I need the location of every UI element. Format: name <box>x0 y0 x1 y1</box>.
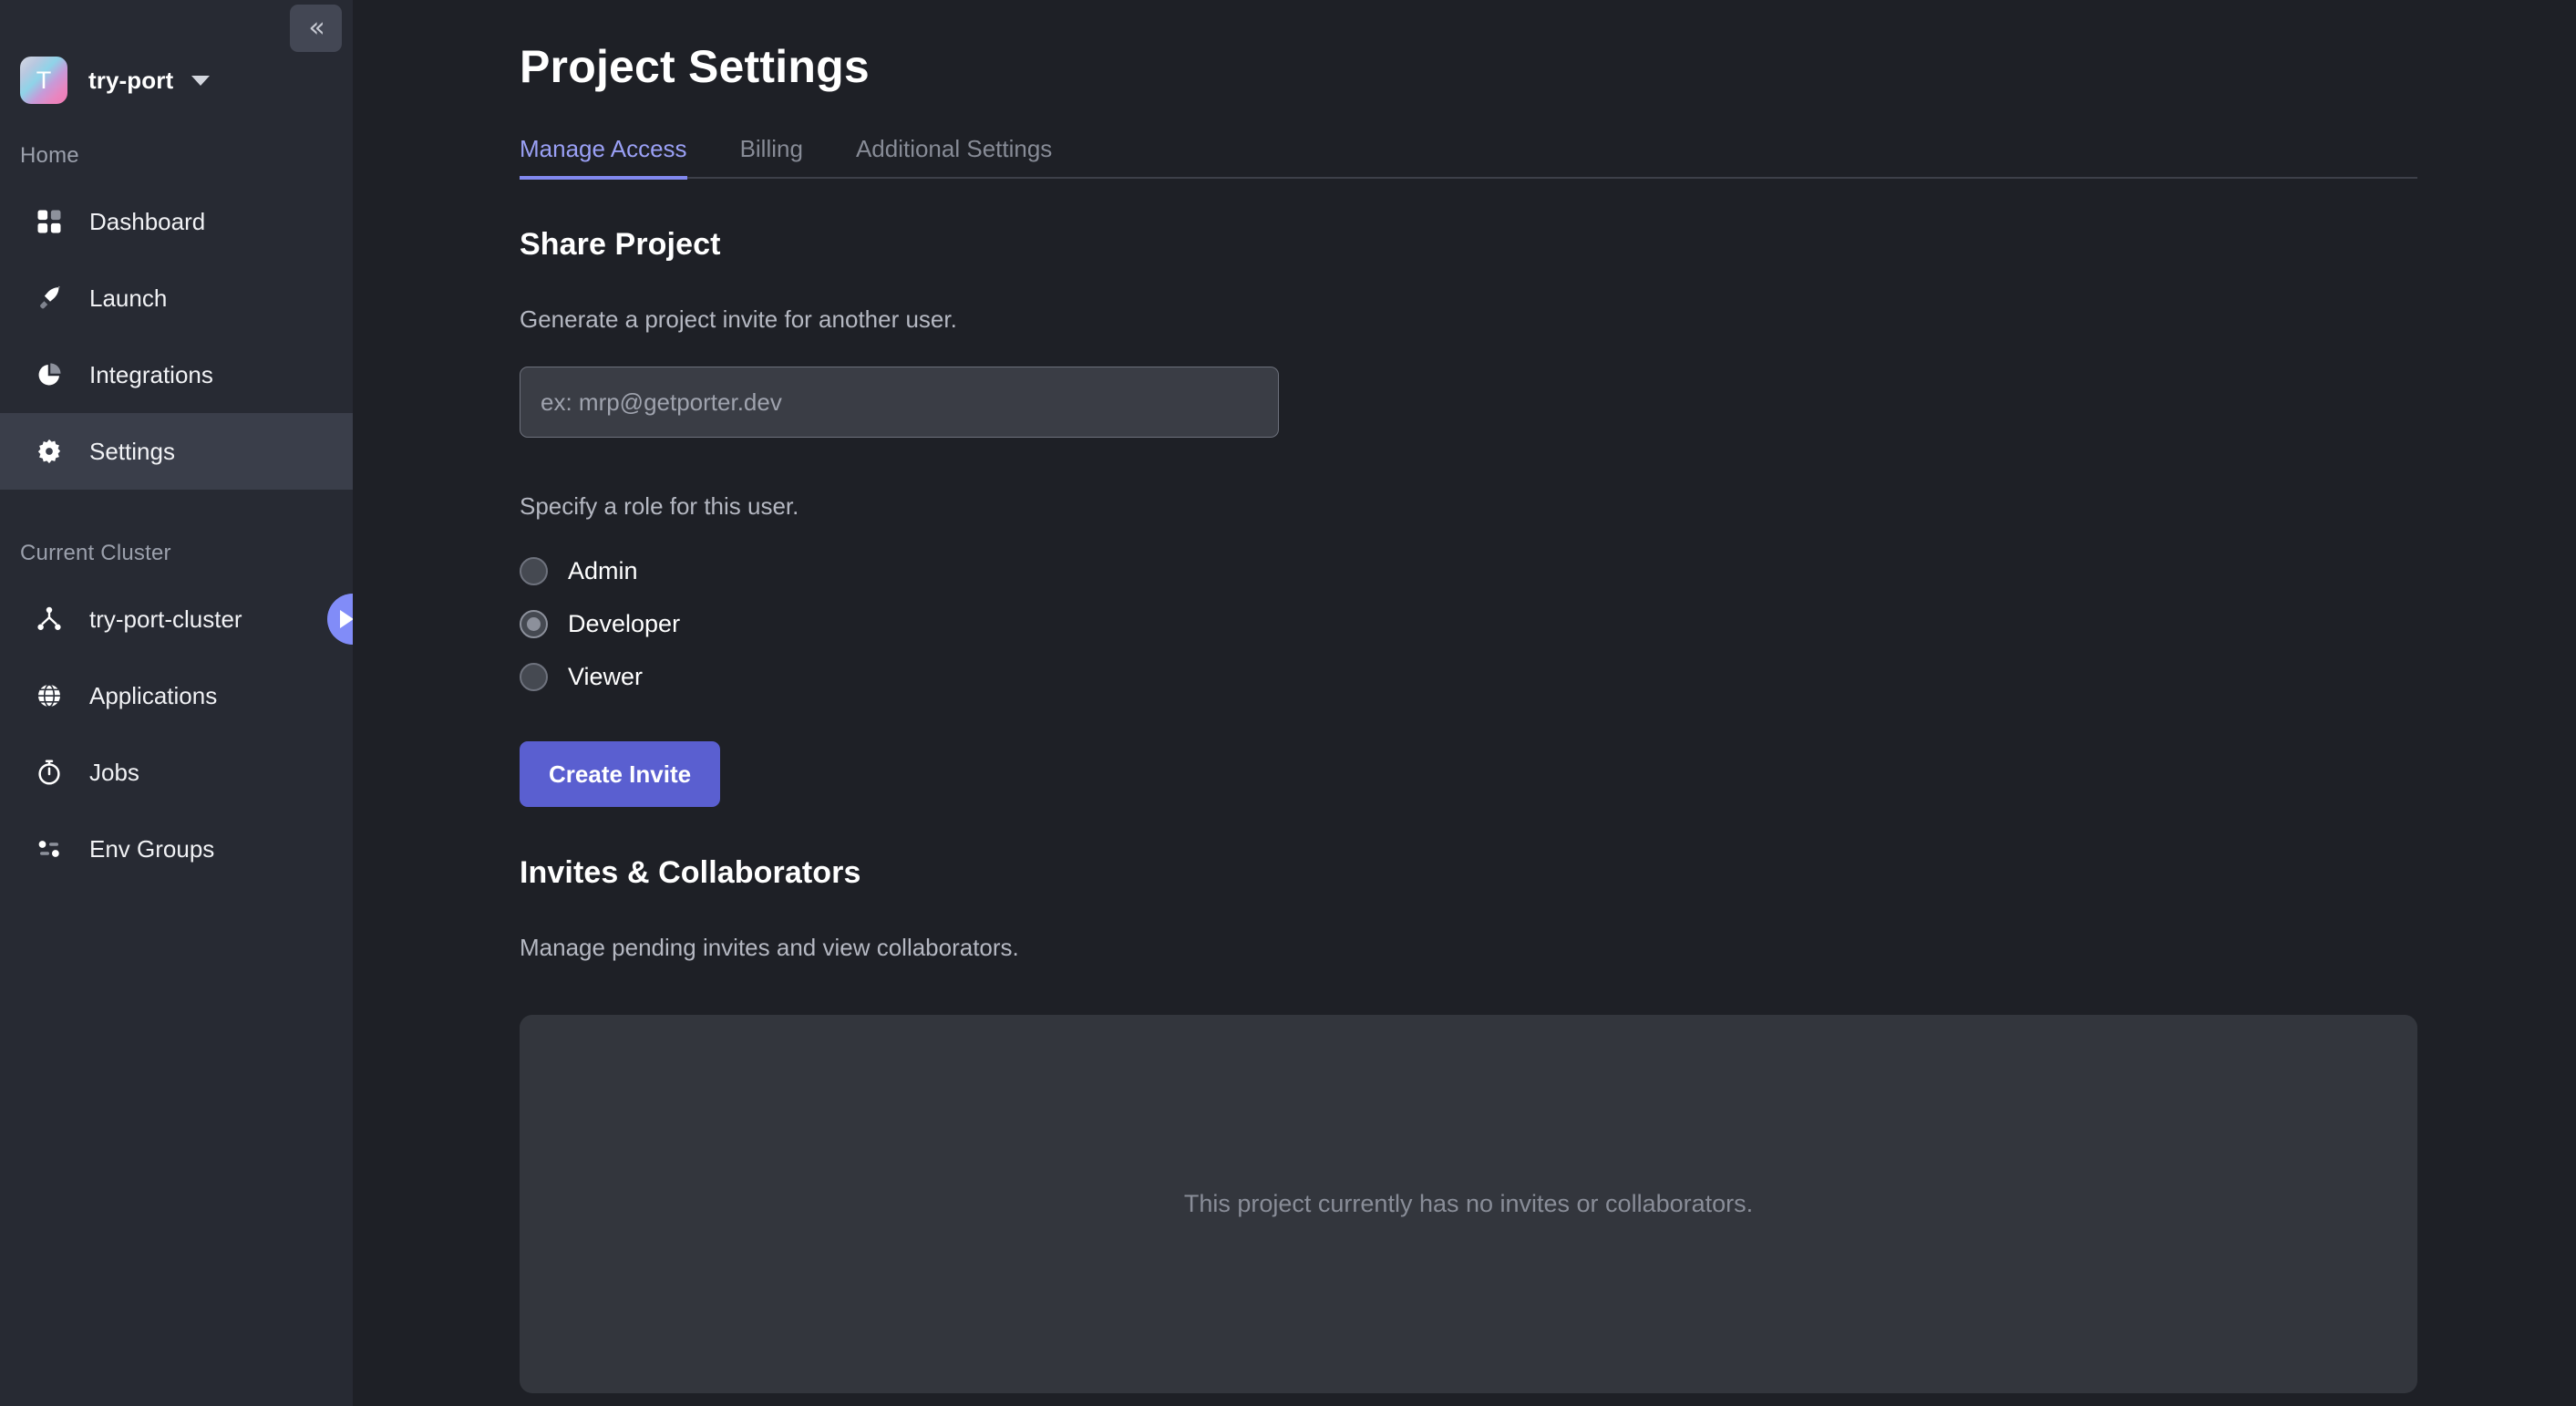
radio-icon <box>520 662 548 691</box>
sidebar-item-integrations[interactable]: Integrations <box>0 336 353 413</box>
share-project-subtitle: Generate a project invite for another us… <box>520 305 957 333</box>
dashboard-grid-icon <box>31 203 67 240</box>
radio-icon <box>520 556 548 585</box>
sidebar-group-label-home: Home <box>20 143 79 168</box>
rocket-icon <box>31 280 67 316</box>
sidebar-item-label: Applications <box>89 681 218 709</box>
sidebar-item-label: Settings <box>89 437 175 465</box>
project-name: try-port <box>88 66 174 94</box>
share-project-heading: Share Project <box>520 227 721 262</box>
play-arrow-icon <box>339 610 354 628</box>
invites-empty-text: This project currently has no invites or… <box>1183 1190 1754 1217</box>
role-option-label: Admin <box>568 556 638 584</box>
radio-icon-selected <box>520 609 548 638</box>
invites-collaborators-heading: Invites & Collaborators <box>520 855 861 890</box>
invite-email-input[interactable] <box>520 367 1279 438</box>
role-radio-group: Admin Developer Viewer <box>353 544 2576 703</box>
project-avatar: T <box>20 57 67 104</box>
sidebar-item-dashboard[interactable]: Dashboard <box>0 183 353 260</box>
sidebar-item-launch[interactable]: Launch <box>0 260 353 336</box>
chevron-down-icon <box>191 75 211 86</box>
invites-empty-panel: This project currently has no invites or… <box>520 1015 2417 1393</box>
tab-billing[interactable]: Billing <box>740 135 803 180</box>
sidebar-item-jobs[interactable]: Jobs <box>0 734 353 811</box>
sidebar-item-settings[interactable]: Settings <box>0 413 353 490</box>
app-root: « T try-port Home Dashboard Launch Integ… <box>0 0 2576 1406</box>
sidebar-item-label: try-port-cluster <box>89 605 242 633</box>
create-invite-button[interactable]: Create Invite <box>520 741 721 807</box>
sidebar: « T try-port Home Dashboard Launch Integ… <box>0 0 378 1406</box>
project-avatar-letter: T <box>36 66 52 94</box>
stopwatch-icon <box>31 754 67 791</box>
cluster-nodes-icon <box>31 601 67 637</box>
sidebar-item-applications[interactable]: Applications <box>0 657 353 734</box>
sidebar-collapse-button[interactable]: « <box>290 5 342 52</box>
sidebar-item-label: Env Groups <box>89 834 215 863</box>
sidebar-group-label-current-cluster: Current Cluster <box>20 541 171 565</box>
sidebar-item-label: Dashboard <box>89 207 206 235</box>
env-list-icon <box>31 831 67 867</box>
sidebar-item-label: Launch <box>89 284 168 312</box>
tab-manage-access[interactable]: Manage Access <box>520 135 687 180</box>
role-option-developer[interactable]: Developer <box>520 597 2576 650</box>
sidebar-item-label: Jobs <box>89 758 139 786</box>
role-option-label: Developer <box>568 609 681 637</box>
sidebar-item-label: Integrations <box>89 360 213 388</box>
globe-icon <box>31 677 67 714</box>
gear-icon <box>31 433 67 470</box>
role-option-label: Viewer <box>568 662 644 690</box>
tab-additional-settings[interactable]: Additional Settings <box>856 135 1052 180</box>
invites-collaborators-subtitle: Manage pending invites and view collabor… <box>520 934 1019 961</box>
role-option-viewer[interactable]: Viewer <box>520 650 2576 703</box>
settings-tab-bar: Manage Access Billing Additional Setting… <box>520 133 2417 180</box>
chevron-double-left-icon: « <box>308 12 325 44</box>
project-selector[interactable]: T try-port <box>0 52 353 109</box>
sidebar-item-try-port-cluster[interactable]: try-port-cluster <box>0 581 378 657</box>
pie-chart-icon <box>31 357 67 393</box>
role-prompt-label: Specify a role for this user. <box>520 492 799 520</box>
role-option-admin[interactable]: Admin <box>520 544 2576 597</box>
sidebar-item-env-groups[interactable]: Env Groups <box>0 811 353 887</box>
main-content: Project Settings Manage Access Billing A… <box>353 0 2576 1406</box>
page-title: Project Settings <box>520 41 870 92</box>
